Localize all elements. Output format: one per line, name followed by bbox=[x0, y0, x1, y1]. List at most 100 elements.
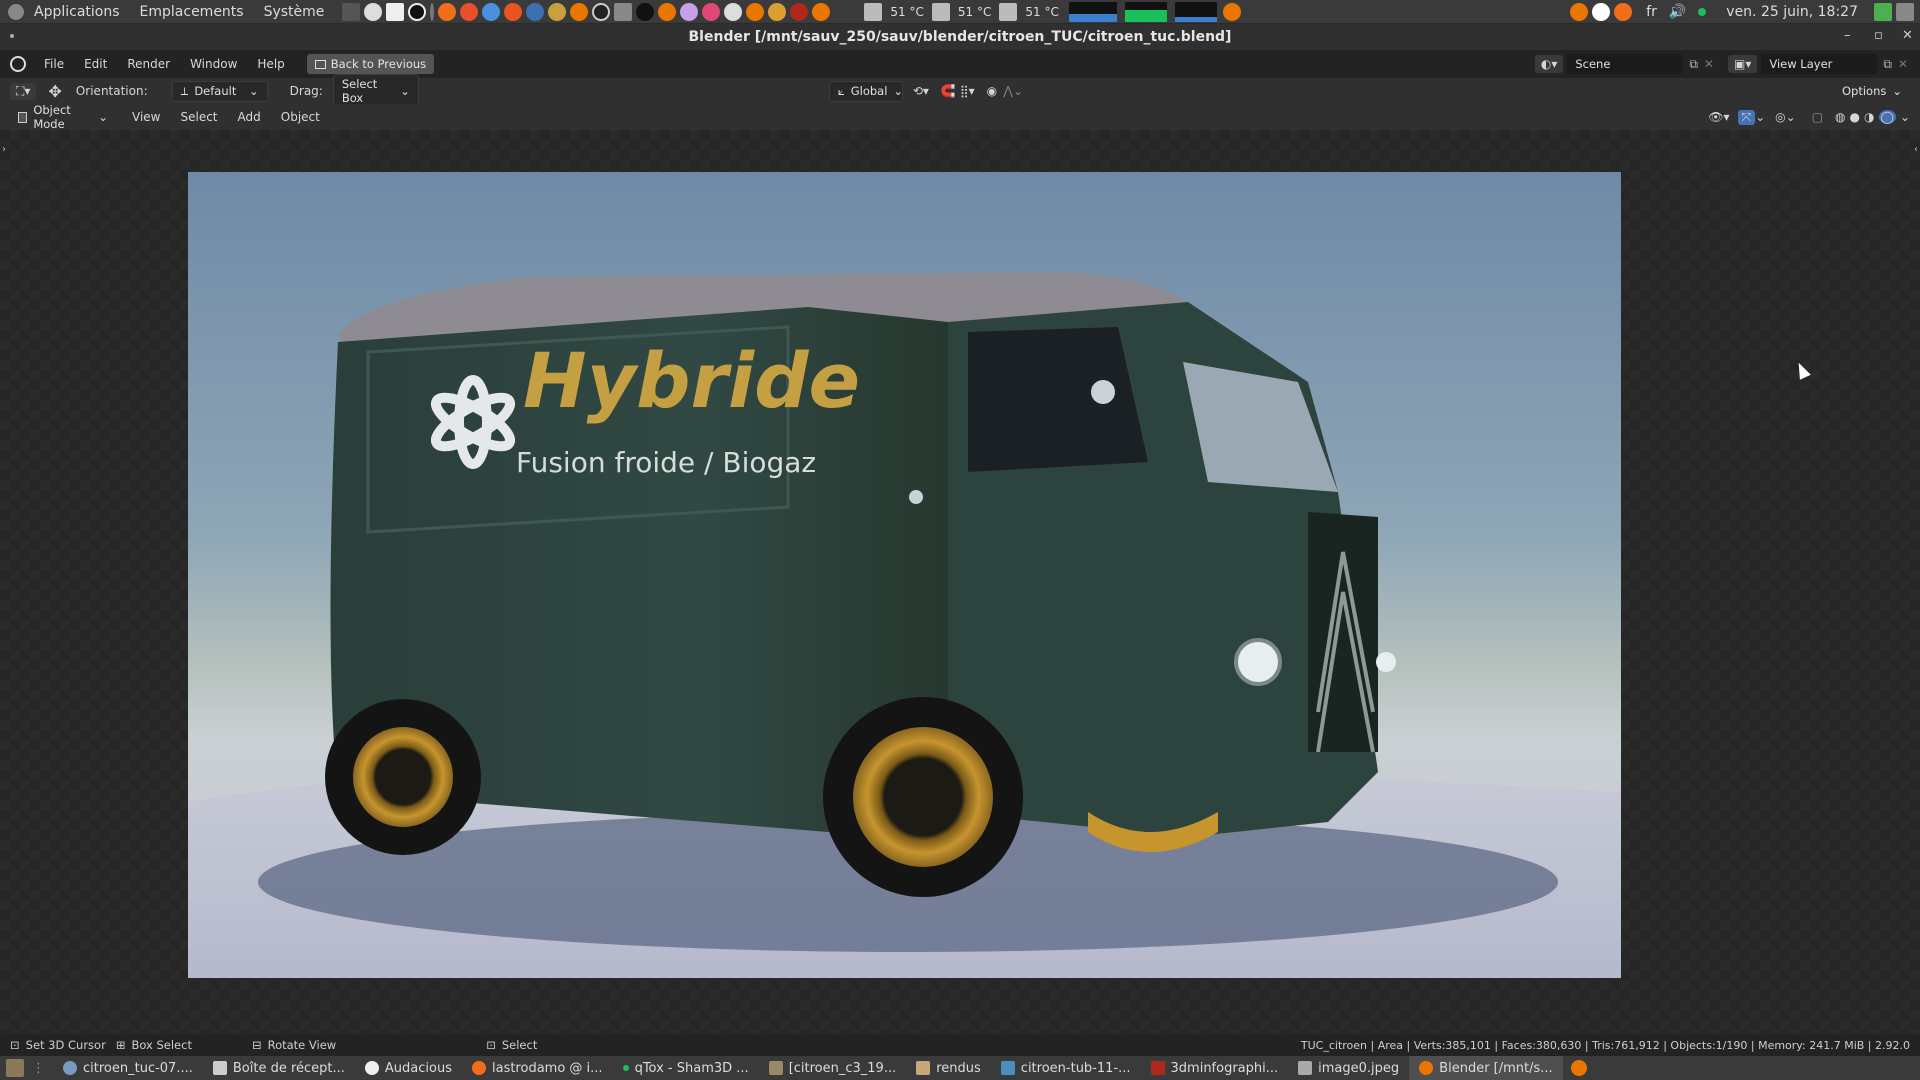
mail-icon[interactable] bbox=[614, 2, 633, 21]
window-titlebar[interactable]: Blender [/mnt/sauv_250/sauv/blender/citr… bbox=[0, 24, 1920, 50]
snap-target-icon[interactable]: ⣿▾ bbox=[960, 84, 975, 98]
menu-file[interactable]: File bbox=[34, 57, 74, 71]
pinwheel-icon[interactable] bbox=[702, 2, 721, 21]
browser-icon[interactable] bbox=[364, 2, 383, 21]
drag-dropdown[interactable]: Select Box ⌄ bbox=[332, 74, 419, 108]
inkscape-icon[interactable] bbox=[636, 2, 655, 21]
blender-launcher-4-icon[interactable] bbox=[812, 2, 831, 21]
scene-type-icon[interactable]: ◐▾ bbox=[1534, 55, 1564, 73]
blender-logo-icon[interactable] bbox=[10, 56, 26, 72]
pivot-point-icon[interactable]: ⟲▾ bbox=[913, 84, 929, 98]
task-lastrodamo[interactable]: lastrodamo @ i... bbox=[462, 1056, 613, 1080]
viewport-menu-object[interactable]: Object bbox=[271, 110, 330, 124]
menu-edit[interactable]: Edit bbox=[74, 57, 117, 71]
options-dropdown[interactable]: Options ⌄ bbox=[1833, 82, 1910, 100]
audacious-icon[interactable] bbox=[408, 2, 427, 21]
maximize-icon[interactable]: ▫ bbox=[1874, 28, 1883, 43]
gizmo-toggle-icon[interactable]: ⤧ bbox=[1737, 109, 1756, 125]
delete-view-layer-icon[interactable]: ✕ bbox=[1898, 57, 1908, 71]
active-tool-icon[interactable]: ⛶▾ bbox=[10, 82, 37, 100]
xampp-tray-icon[interactable] bbox=[1614, 2, 1633, 21]
app-menu-icon[interactable] bbox=[8, 3, 24, 20]
close-icon[interactable]: ✕ bbox=[1902, 28, 1913, 43]
update-icon[interactable] bbox=[1874, 2, 1892, 21]
blender-launcher-3-icon[interactable] bbox=[746, 2, 765, 21]
viewport-menu-add[interactable]: Add bbox=[228, 110, 271, 124]
view-layer-type-icon[interactable]: ▣▾ bbox=[1727, 55, 1758, 73]
menu-window[interactable]: Window bbox=[180, 57, 247, 71]
snap-toggle-icon[interactable]: 🧲 bbox=[941, 84, 956, 98]
blender-tray-icon[interactable] bbox=[1570, 1060, 1587, 1076]
firefox-icon[interactable] bbox=[460, 2, 479, 21]
scene-name-field[interactable]: Scene bbox=[1567, 54, 1684, 74]
xray-toggle-icon[interactable]: ▢ bbox=[1812, 110, 1823, 124]
blender-tray-icon[interactable] bbox=[1222, 2, 1241, 21]
window-menu-dot[interactable] bbox=[10, 34, 14, 38]
back-to-previous-button[interactable]: Back to Previous bbox=[306, 54, 435, 74]
show-desktop-icon[interactable] bbox=[6, 1059, 24, 1077]
task-image0[interactable]: image0.jpeg bbox=[1288, 1056, 1409, 1080]
clock-app-icon[interactable] bbox=[526, 2, 545, 21]
blender-launcher-2-icon[interactable] bbox=[658, 2, 677, 21]
xampp-icon[interactable] bbox=[438, 2, 457, 21]
obs-tray-icon[interactable] bbox=[1592, 2, 1611, 21]
proportional-edit-icon[interactable]: ◉ bbox=[987, 84, 997, 98]
volume-icon[interactable]: 🔊 bbox=[1669, 4, 1686, 20]
task-qtox[interactable]: qTox - Sham3D ... bbox=[613, 1056, 759, 1080]
task-audacious[interactable]: Audacious bbox=[355, 1056, 462, 1080]
krita-icon[interactable] bbox=[680, 2, 699, 21]
blender-launcher-icon[interactable] bbox=[570, 2, 589, 21]
wireframe-shading-icon[interactable]: ◍ bbox=[1835, 110, 1845, 124]
transform-gizmo-icon[interactable]: ✥ bbox=[48, 82, 61, 101]
minimize-icon[interactable]: – bbox=[1844, 28, 1851, 43]
sidebar-expand-icon[interactable]: ‹ bbox=[1914, 144, 1918, 155]
object-mode-dropdown[interactable]: Object Mode ⌄ bbox=[10, 101, 116, 133]
keyboard-layout[interactable]: fr bbox=[1646, 4, 1657, 20]
view-layer-field[interactable]: View Layer bbox=[1761, 54, 1878, 74]
3d-viewport[interactable]: › ‹ Hybride Fusion froide / Biogaz bbox=[0, 130, 1920, 1042]
task-citroen-tub[interactable]: citroen-tub-11-... bbox=[991, 1056, 1141, 1080]
audacious-icon bbox=[364, 1061, 379, 1075]
viewport-menu-view[interactable]: View bbox=[122, 110, 170, 124]
delete-scene-icon[interactable]: ✕ bbox=[1704, 57, 1714, 71]
falloff-icon[interactable]: ⋀⌄ bbox=[1003, 84, 1023, 98]
task-3dminfographie[interactable]: 3dminfographi... bbox=[1141, 1056, 1289, 1080]
filezilla-icon[interactable] bbox=[790, 2, 809, 21]
network-status-icon[interactable] bbox=[1698, 7, 1707, 16]
panel-clock[interactable]: ven. 25 juin, 18:27 bbox=[1726, 4, 1858, 20]
task-mail[interactable]: Boîte de récept... bbox=[203, 1056, 355, 1080]
obs-icon[interactable] bbox=[592, 2, 611, 21]
panel-menu-system[interactable]: Système bbox=[254, 4, 335, 20]
new-scene-icon[interactable]: ⧉ bbox=[1689, 57, 1698, 72]
task-blender[interactable]: Blender [/mnt/s... bbox=[1409, 1056, 1563, 1080]
mascot-icon[interactable] bbox=[768, 2, 787, 21]
solid-shading-icon[interactable]: ● bbox=[1850, 110, 1860, 124]
menu-render[interactable]: Render bbox=[117, 57, 180, 71]
toolbar-expand-icon[interactable]: › bbox=[2, 144, 6, 155]
taskbar-handle[interactable]: ⋮ bbox=[32, 1061, 45, 1076]
task-citroen-c3[interactable]: [citroen_c3_19... bbox=[759, 1056, 907, 1080]
rendered-shading-icon[interactable]: ◯ bbox=[1878, 110, 1896, 124]
pirate-icon[interactable] bbox=[724, 2, 743, 21]
shading-options-icon[interactable]: ⌄ bbox=[1900, 110, 1910, 124]
files-icon[interactable] bbox=[386, 2, 405, 21]
chromium-icon[interactable] bbox=[482, 2, 501, 21]
task-citroen-tuc[interactable]: citroen_tuc-07.... bbox=[53, 1056, 203, 1080]
viewport-menu-select[interactable]: Select bbox=[170, 110, 227, 124]
transform-orientation-dropdown[interactable]: ⟀ Global ⌄ bbox=[828, 80, 903, 102]
panel-menu-places[interactable]: Emplacements bbox=[130, 4, 254, 20]
panel-menu-applications[interactable]: Applications bbox=[24, 4, 130, 20]
gimp-icon[interactable] bbox=[548, 2, 567, 21]
terminal-icon[interactable] bbox=[342, 2, 361, 21]
user-icon[interactable] bbox=[1896, 2, 1914, 21]
visibility-icon[interactable]: 👁▾ bbox=[1708, 110, 1729, 124]
menu-help[interactable]: Help bbox=[247, 57, 294, 71]
gizmo-dropdown-icon[interactable]: ⌄ bbox=[1755, 110, 1765, 124]
overlay-toggle-icon[interactable]: ◎⌄ bbox=[1775, 110, 1796, 124]
ubuntu-icon[interactable] bbox=[504, 2, 523, 21]
material-shading-icon[interactable]: ◑ bbox=[1864, 110, 1874, 124]
new-view-layer-icon[interactable]: ⧉ bbox=[1883, 57, 1892, 72]
orientation-dropdown[interactable]: ⟂ Default ⌄ bbox=[171, 80, 268, 102]
task-rendus[interactable]: rendus bbox=[906, 1056, 991, 1080]
blender-status-icon[interactable] bbox=[1570, 2, 1589, 21]
